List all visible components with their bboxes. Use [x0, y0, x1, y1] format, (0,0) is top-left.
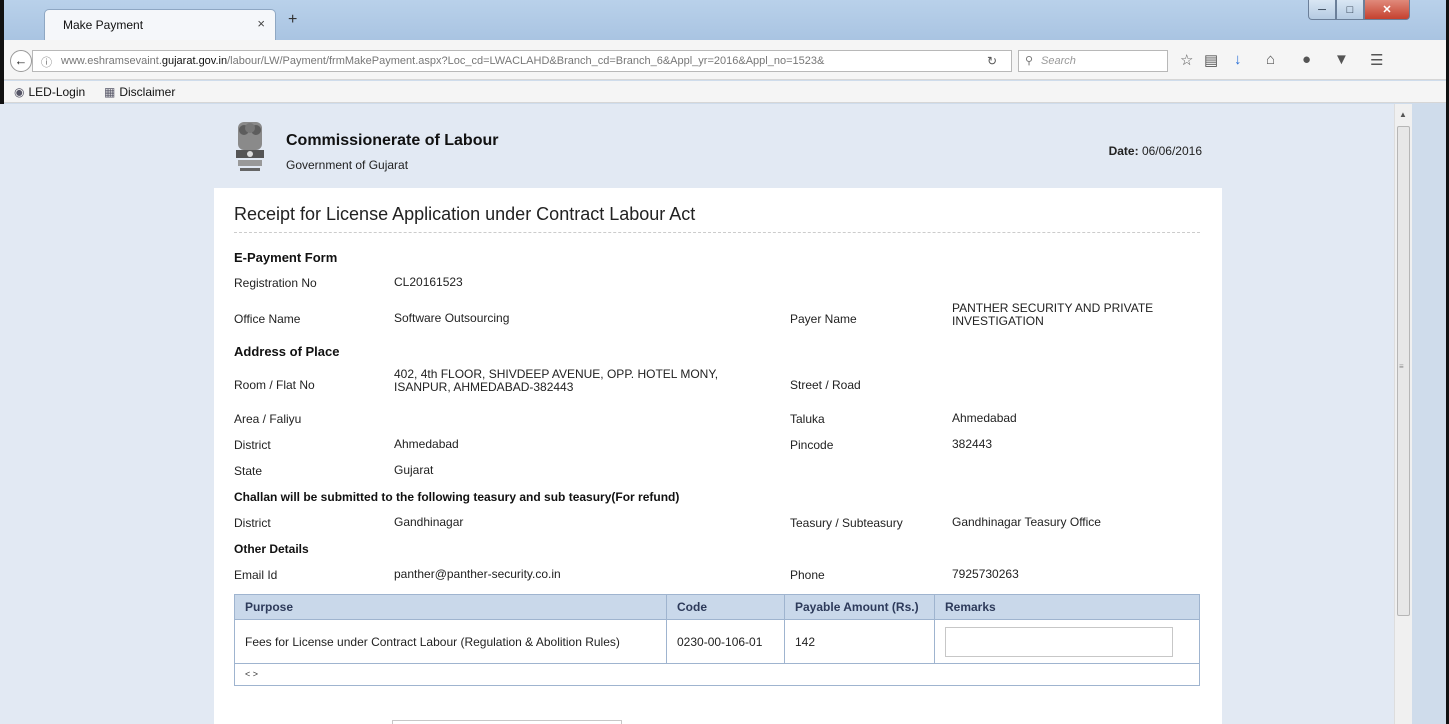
org-name: Commissionerate of Labour [286, 132, 499, 149]
column-header: Remarks [934, 594, 1200, 620]
tab-close-icon[interactable]: × [257, 16, 265, 31]
registration-value: CL20161523 [394, 275, 463, 289]
challan-district-value: Gandhinagar [394, 515, 464, 529]
scroll-thumb[interactable] [1397, 126, 1410, 616]
receipt-panel: Receipt for License Application under Co… [214, 188, 1222, 724]
chat-icon[interactable]: ● [1302, 51, 1311, 68]
info-icon[interactable]: ⓘ [41, 54, 52, 70]
pincode-value: 382443 [952, 437, 993, 451]
navigation-bar: ← ⓘ www.eshramsevaint.gujarat.gov.in/lab… [4, 40, 1446, 80]
table-header-row: Purpose Code Payable Amount (Rs.) Remark… [234, 594, 1200, 620]
column-header: Payable Amount (Rs.) [784, 594, 935, 620]
area-label: Area / Faliyu [234, 412, 302, 426]
column-header: Code [666, 594, 785, 620]
district-value: Ahmedabad [394, 437, 459, 451]
pincode-label: Pincode [790, 438, 834, 452]
district-label: District [234, 438, 271, 452]
taluka-label: Taluka [790, 412, 825, 426]
globe-icon: ◉ [14, 85, 25, 99]
pocket-icon[interactable]: ▼ [1334, 51, 1349, 68]
payer-value: PANTHER SECURITY AND PRIVATE INVESTIGATIO… [952, 301, 1154, 328]
back-arrow-icon[interactable]: ← [10, 50, 32, 72]
office-label: Office Name [234, 312, 301, 326]
taluka-value: Ahmedabad [952, 411, 1017, 425]
title-bar: Make Payment × + ─ □ ✕ [4, 0, 1446, 40]
challan-heading: Challan will be submitted to the followi… [234, 490, 680, 504]
org-subtitle: Government of Gujarat [286, 158, 409, 172]
column-header: Purpose [234, 594, 667, 620]
table-pager[interactable]: < > [234, 664, 1200, 686]
search-icon: ⚲ [1025, 55, 1034, 67]
menu-icon[interactable]: ☰ [1370, 51, 1383, 69]
email-value: panther@panther-security.co.in [394, 567, 561, 581]
bookmark-label: LED-Login [28, 85, 86, 99]
tab-make-payment[interactable]: Make Payment × [44, 9, 276, 40]
bottom-field[interactable] [392, 720, 622, 724]
address-heading: Address of Place [234, 344, 340, 359]
search-input[interactable]: ⚲ Search [1018, 50, 1168, 72]
date-label: Date: [1108, 144, 1139, 158]
new-tab-icon[interactable]: + [288, 11, 297, 29]
office-value: Software Outsourcing [394, 311, 510, 325]
bookmark-star-icon[interactable]: ☆ [1180, 51, 1193, 69]
epayment-heading: E-Payment Form [234, 250, 338, 265]
treasury-value: Gandhinagar Teasury Office [952, 515, 1101, 529]
reading-list-icon[interactable]: ▤ [1204, 51, 1218, 69]
scroll-up-arrow-icon[interactable]: ▲ [1399, 110, 1407, 119]
date-display: Date: 06/06/2016 [1109, 144, 1202, 158]
purpose-cell: Fees for License under Contract Labour (… [234, 619, 667, 664]
page-header: Commissionerate of Labour Government of … [214, 114, 1222, 190]
remarks-input[interactable] [945, 626, 1173, 657]
page-title: Receipt for License Application under Co… [234, 204, 696, 224]
payment-table: Purpose Code Payable Amount (Rs.) Remark… [234, 594, 1200, 664]
treasury-label: Teasury / Subteasury [790, 516, 903, 530]
reload-icon[interactable]: ↻ [987, 54, 997, 68]
remarks-cell [934, 619, 1200, 664]
date-value: 06/06/2016 [1141, 144, 1202, 158]
phone-value: 7925730263 [952, 567, 1019, 581]
close-window-button[interactable]: ✕ [1364, 0, 1410, 20]
registration-label: Registration No [234, 276, 317, 290]
scroll-grip-icon: ≡ [1399, 362, 1404, 371]
room-value: 402, 4th FLOOR, SHIVDEEP AVENUE, OPP. HO… [394, 367, 719, 394]
home-icon[interactable]: ⌂ [1266, 51, 1275, 68]
bookmark-label: Disclaimer [119, 85, 176, 99]
state-value: Gujarat [394, 463, 434, 477]
maximize-button[interactable]: □ [1336, 0, 1364, 20]
bookmarks-bar: ◉ LED-Login ▦ Disclaimer [4, 81, 1446, 103]
vertical-scrollbar[interactable]: ▲ ≡ [1394, 104, 1412, 724]
tab-title: Make Payment [63, 18, 144, 32]
search-placeholder: Search [1041, 55, 1076, 67]
amount-cell: 142 [784, 619, 935, 664]
challan-district-label: District [234, 516, 271, 530]
url-text: www.eshramsevaint.gujarat.gov.in/labour/… [61, 55, 825, 67]
state-label: State [234, 464, 263, 478]
download-icon[interactable]: ↓ [1234, 51, 1242, 68]
code-cell: 0230-00-106-01 [666, 619, 785, 664]
room-label: Room / Flat No [234, 378, 315, 392]
street-label: Street / Road [790, 378, 861, 392]
divider [234, 232, 1200, 233]
page-content: Commissionerate of Labour Government of … [0, 104, 1394, 724]
minimize-button[interactable]: ─ [1308, 0, 1336, 20]
bookmark-led-login[interactable]: ◉ LED-Login [14, 85, 85, 99]
url-bar[interactable]: ⓘ www.eshramsevaint.gujarat.gov.in/labou… [32, 50, 1012, 72]
state-emblem-icon [236, 122, 264, 171]
bookmark-disclaimer[interactable]: ▦ Disclaimer [104, 85, 175, 99]
email-label: Email Id [234, 568, 278, 582]
page-icon: ▦ [104, 85, 116, 99]
table-row: Fees for License under Contract Labour (… [234, 619, 1200, 664]
phone-label: Phone [790, 568, 825, 582]
payer-label: Payer Name [790, 312, 857, 326]
other-details-heading: Other Details [234, 542, 309, 556]
